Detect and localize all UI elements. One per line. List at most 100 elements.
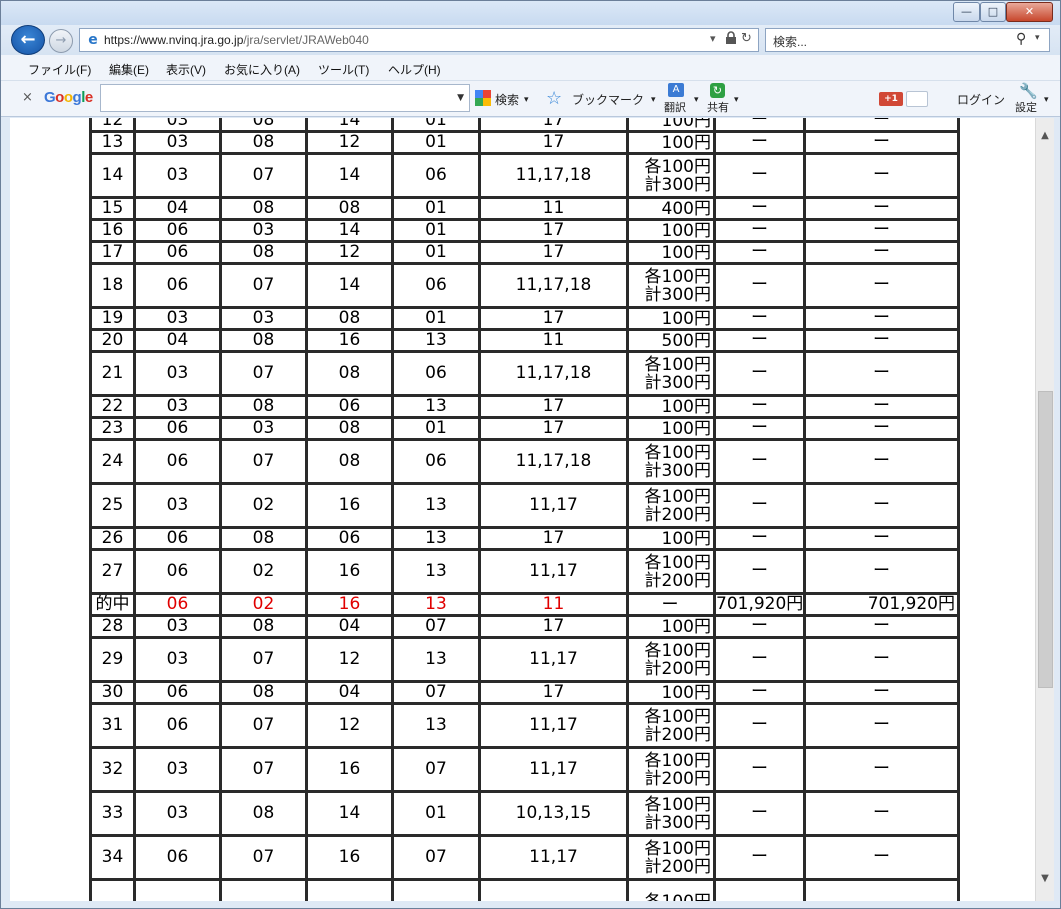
horse-cell: 14	[305, 790, 394, 837]
google-search-dropdown-icon[interactable]: ▼	[457, 93, 464, 103]
total-cell: ー	[803, 306, 960, 331]
combo-cell: 17	[478, 394, 629, 419]
total-cell: ー	[803, 636, 960, 683]
google-toolbar: × Google ▼ 検索 ▾ ☆ ブックマーク ▾ A 翻訳 ▾ ↻ 共有 ▾…	[1, 81, 1060, 117]
search-box[interactable]: 検索... ⚲ ▾	[765, 28, 1050, 52]
share-button[interactable]: 共有	[707, 99, 729, 115]
google-search-button[interactable]: 検索	[495, 91, 519, 108]
google-search-input[interactable]: ▼	[100, 84, 470, 112]
total-cell: ー	[803, 196, 960, 221]
settings-button[interactable]: 設定	[1015, 99, 1037, 115]
menu-file[interactable]: ファイル(F)	[28, 61, 91, 78]
url-text: https://www.nvinq.jra.go.jp/jra/servlet/…	[104, 33, 369, 47]
payout-cell: ー	[713, 548, 806, 595]
combo-cell: 10,13,15	[478, 790, 629, 837]
combo-cell: 11	[478, 196, 629, 221]
horse-cell: 16	[305, 328, 394, 353]
horse-cell: 03	[133, 350, 222, 397]
horse-cell: 07	[391, 614, 481, 639]
address-bar[interactable]: e https://www.nvinq.jra.go.jp/jra/servle…	[79, 28, 759, 52]
payout-cell: ー	[713, 680, 806, 705]
amount-line: 400円	[661, 198, 711, 219]
horse-cell: 13	[391, 328, 481, 353]
refresh-icon[interactable]: ↻	[741, 31, 752, 46]
wrench-icon[interactable]: 🔧	[1019, 82, 1038, 100]
bookmark-star-icon[interactable]: ☆	[546, 88, 562, 109]
horse-cell: 03	[133, 394, 222, 419]
combo-cell: 11,17	[478, 482, 629, 529]
amount-cell: 各100円 計300円	[626, 438, 716, 485]
payout-cell: ー	[713, 790, 806, 837]
horse-cell: 01	[391, 196, 481, 221]
search-placeholder: 検索...	[773, 35, 808, 49]
horse-cell: 01	[391, 306, 481, 331]
payout-cell: ー	[713, 240, 806, 265]
translate-icon[interactable]: A	[668, 83, 684, 97]
combo-cell: 17	[478, 614, 629, 639]
lock-icon[interactable]	[725, 31, 737, 48]
vertical-scrollbar[interactable]: ▲ ▼	[1035, 118, 1054, 901]
share-dropdown-icon[interactable]: ▾	[734, 94, 739, 105]
amount-line: 各100円	[644, 442, 711, 463]
total-cell: ー	[803, 746, 960, 793]
horse-cell: 16	[305, 482, 394, 529]
back-button[interactable]: ←	[11, 25, 45, 55]
amount-line: 500円	[661, 330, 711, 351]
horse-cell: 03	[133, 306, 222, 331]
horse-cell: 13	[391, 548, 481, 595]
window-frame-right	[1054, 118, 1060, 901]
horse-cell: 06	[391, 438, 481, 485]
maximize-button[interactable]: □	[980, 2, 1006, 22]
menu-view[interactable]: 表示(V)	[166, 61, 206, 78]
share-icon[interactable]: ↻	[710, 83, 725, 98]
amount-line: 100円	[661, 682, 711, 703]
horse-cell: 14	[305, 218, 394, 243]
menu-tools[interactable]: ツール(T)	[318, 61, 369, 78]
row-number-cell: 17	[89, 240, 136, 265]
menu-favorites[interactable]: お気に入り(A)	[224, 61, 300, 78]
forward-button[interactable]: →	[49, 29, 73, 53]
address-dropdown-icon[interactable]: ▾	[710, 32, 716, 45]
toolbar-close-icon[interactable]: ×	[22, 90, 33, 105]
horse-cell: 04	[133, 196, 222, 221]
forward-arrow-icon: →	[55, 33, 67, 48]
minimize-button[interactable]: —	[953, 2, 980, 22]
combo-cell: 11,17	[478, 636, 629, 683]
total-cell: ー	[803, 548, 960, 595]
scroll-thumb[interactable]	[1038, 391, 1053, 688]
menu-help[interactable]: ヘルプ(H)	[388, 61, 441, 78]
google-search-icon[interactable]	[475, 90, 491, 110]
combo-cell: 17	[478, 526, 629, 551]
payout-cell: ー	[713, 614, 806, 639]
translate-button[interactable]: 翻訳	[664, 99, 686, 115]
scroll-up-icon[interactable]: ▲	[1036, 130, 1054, 141]
bookmark-button[interactable]: ブックマーク	[572, 91, 644, 108]
gplus-button[interactable]: +1	[879, 92, 903, 106]
search-dropdown-icon[interactable]: ▾	[1035, 33, 1040, 43]
translate-dropdown-icon[interactable]: ▾	[694, 94, 699, 105]
amount-line: 各100円	[644, 354, 711, 375]
amount-line: 100円	[661, 528, 711, 549]
horse-cell: 06	[133, 240, 222, 265]
combo-cell	[478, 878, 629, 901]
horse-cell	[391, 878, 481, 901]
amount-cell: 100円	[626, 306, 716, 331]
combo-cell: 17	[478, 218, 629, 243]
total-cell: ー	[803, 438, 960, 485]
scroll-down-icon[interactable]: ▼	[1036, 873, 1054, 884]
combo-cell: 17	[478, 416, 629, 441]
row-number-cell: 21	[89, 350, 136, 397]
table-row: 20 04 08 16 13 11 500円ーー	[89, 328, 960, 353]
search-icon[interactable]: ⚲	[1016, 31, 1026, 47]
payout-cell: ー	[713, 196, 806, 221]
horse-cell: 06	[391, 152, 481, 199]
browser-window: — □ ✕ ← → e https://www.nvinq.jra.go.jp/…	[0, 0, 1061, 909]
bookmark-dropdown-icon[interactable]: ▾	[651, 94, 656, 105]
close-button[interactable]: ✕	[1006, 2, 1053, 22]
row-number-cell: 19	[89, 306, 136, 331]
settings-dropdown-icon[interactable]: ▾	[1044, 94, 1049, 105]
login-button[interactable]: ログイン	[957, 91, 1005, 108]
menu-edit[interactable]: 編集(E)	[109, 61, 149, 78]
total-cell: ー	[803, 790, 960, 837]
google-search-dropdown-icon-2[interactable]: ▾	[524, 94, 529, 105]
